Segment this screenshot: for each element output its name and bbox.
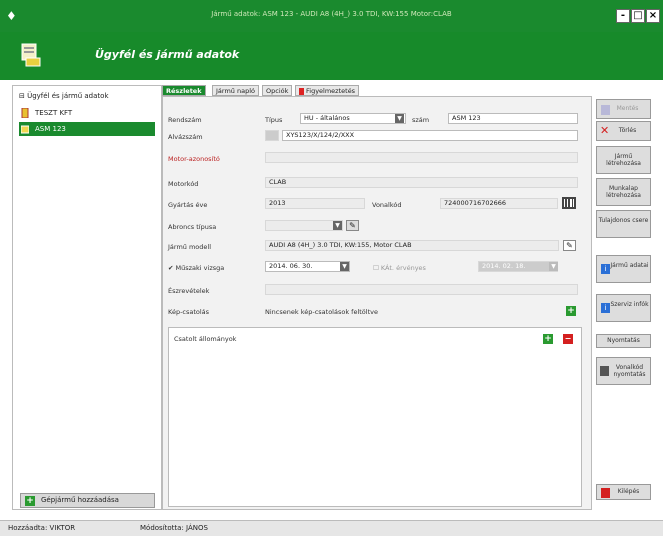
info-icon: i [601,303,610,313]
create-vehicle-button[interactable]: Jármű létrehozása [596,146,651,174]
tab-options[interactable]: Opciók [262,85,293,96]
title-bar: ♦ Jármű adatok: ASM 123 - AUDI A8 (4H_) … [0,0,663,32]
vehicle-data-button[interactable]: i Jármű adatai [596,255,651,283]
notes-field[interactable] [265,284,578,295]
chevron-down-icon[interactable]: ▼ [395,114,404,123]
vin-indicator [265,130,279,141]
info-icon: i [601,264,610,274]
check-icon: ✔ [168,264,176,272]
calendar-dropdown-icon[interactable]: ▼ [549,262,558,271]
close-button[interactable]: × [646,9,660,23]
add-attachment-button[interactable]: + [543,334,553,344]
exit-icon [601,488,610,498]
year-label: Gyártás éve [168,201,208,209]
maximize-button[interactable]: □ [631,9,645,23]
engine-code-field[interactable]: CLAB [265,177,578,188]
tab-vehicle-log[interactable]: Jármű napló [212,85,259,96]
barcode-label: Vonalkód [372,201,402,209]
tab-bar: Részletek Jármű napló Opciók Figyelmezte… [162,85,592,96]
modified-by: Módosította: JÁNOS [140,524,208,532]
tab-details[interactable]: Részletek [162,85,206,96]
window-title: Jármű adatok: ASM 123 - AUDI A8 (4H_) 3.… [211,10,452,18]
tree-root[interactable]: ⊟ Ügyfél és jármű adatok [19,92,109,100]
tire-type-label: Abroncs típusa [168,223,217,231]
create-worksheet-button[interactable]: Munkalap létrehozása [596,178,651,206]
image-attach-label: Kép-csatolás [168,308,210,316]
vin-label: Alvázszám [168,133,203,141]
page-header: Ügyfél és jármű adatok [0,32,663,80]
delete-icon: ✕ [600,124,610,137]
status-bar: Hozzáadta: VIKTOR Módosította: JÁNOS [0,520,663,536]
plate-type-select[interactable]: HU - általános [300,113,406,124]
barcode-field[interactable]: 7240007167026​66 [440,198,558,209]
barcode-icon[interactable] [562,197,576,209]
vehicle-model-field[interactable]: AUDI A8 (4H_) 3.0 TDI, KW:155, Motor CLA… [265,240,559,251]
kgk-checkbox[interactable]: ☐ KÁt. érvényes [373,264,426,272]
print-barcode-button[interactable]: Vonalkód nyomtatás [596,357,651,385]
barcode-icon [600,366,609,376]
remove-attachment-button[interactable]: − [563,334,573,344]
change-owner-button[interactable]: Tulajdonos csere [596,210,651,238]
notes-label: Észrevételek [168,287,210,295]
image-attach-status: Nincsenek kép-csatolások feltöltve [265,308,378,316]
year-field[interactable]: 2013 [265,198,365,209]
edit-icon[interactable]: ✎ [563,240,576,251]
engine-code-label: Motorkód [168,180,199,188]
exit-button[interactable]: Kilépés [596,484,651,500]
attachments-panel: Csatolt állományok + − [168,327,582,507]
service-info-button[interactable]: i Szerviz infók [596,294,651,322]
number-label: szám [412,116,430,124]
type-label: Típus [265,116,283,124]
vehicle-model-label: Jármű modell [168,243,212,251]
edit-icon[interactable]: ✎ [346,220,359,231]
print-button[interactable]: Nyomtatás [596,334,651,348]
plate-label: Rendszám [168,116,202,124]
engine-id-label: Motor-azonosító [168,155,220,163]
save-icon [601,105,610,115]
alert-icon [299,87,304,95]
vehicle-icon [21,125,29,134]
minimize-button[interactable]: - [616,9,630,23]
delete-button[interactable]: ✕ Törlés [596,121,651,141]
page-title: Ügyfél és jármű adatok [95,48,240,61]
inspection-date-field[interactable]: 2014. 06. 30. [265,261,350,272]
tab-warnings[interactable]: Figyelmeztetés [295,85,360,96]
collapse-icon[interactable]: ⊟ [19,92,27,100]
save-button[interactable]: Mentés [596,99,651,119]
inspection-checkbox[interactable]: ✔ Műszaki vizsga [168,264,224,272]
plus-icon: + [25,496,35,506]
engine-id-field[interactable] [265,152,578,163]
kgk-date-field[interactable]: 2014. 02. 18. [478,261,558,272]
customer-tree: ⊟ Ügyfél és jármű adatok TESZT KFT ASM 1… [12,85,162,510]
tree-item-vehicle[interactable]: ASM 123 [19,122,155,136]
plate-number-field[interactable]: ASM 123 [448,113,578,124]
tire-type-select[interactable] [265,220,343,231]
vin-field[interactable]: XYS123/X/124/2/XXX [282,130,578,141]
created-by: Hozzáadta: VIKTOR [8,524,76,532]
customer-icon [21,108,29,118]
tree-item-customer[interactable]: TESZT KFT [19,106,155,120]
chevron-down-icon[interactable]: ▼ [333,221,342,230]
customer-vehicle-icon [21,43,41,67]
calendar-dropdown-icon[interactable]: ▼ [340,262,349,271]
checkbox-icon: ☐ [373,264,381,272]
attachments-label: Csatolt állományok [174,335,237,343]
add-vehicle-button[interactable]: + Gépjármű hozzáadása [20,493,155,508]
add-image-button[interactable]: + [566,306,576,316]
